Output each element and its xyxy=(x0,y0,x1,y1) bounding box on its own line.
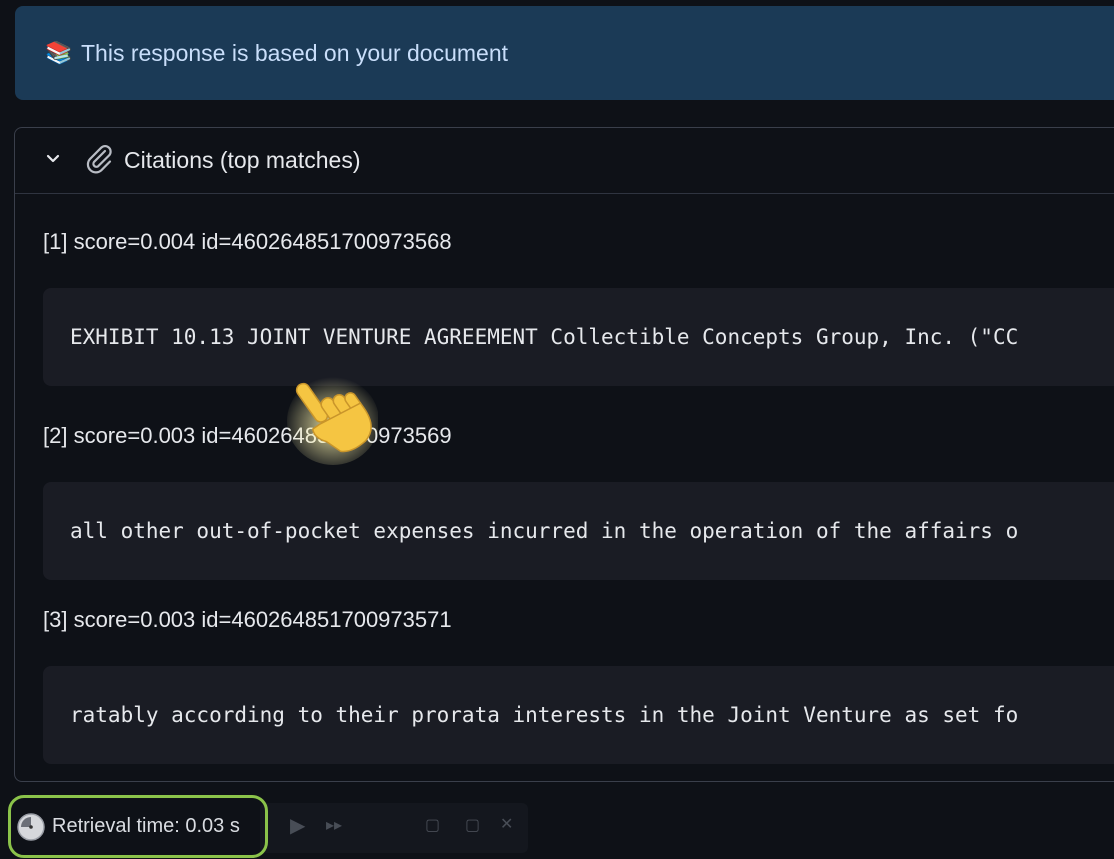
citations-title: Citations (top matches) xyxy=(124,147,361,173)
paperclip-icon xyxy=(86,145,112,174)
clock-icon xyxy=(17,812,45,841)
banner-text: This response is based on your document xyxy=(81,39,509,66)
share-icon: ▢ xyxy=(465,817,481,834)
citations-expander: Citations (top matches) [1] score=0.004 … xyxy=(14,127,1114,782)
play-icon: ▶ xyxy=(290,815,306,837)
citation-label-1: [1] score=0.004 id=460264851700973568 xyxy=(43,229,452,254)
citation-label-3: [3] score=0.003 id=460264851700973571 xyxy=(43,607,452,632)
citation-label-2: [2] score=0.003 id=460264851700973569 xyxy=(43,423,452,448)
citation-snippet-1: EXHIBIT 10.13 JOINT VENTURE AGREEMENT Co… xyxy=(43,288,1114,386)
retrieval-time-status: Retrieval time: 0.03 s xyxy=(8,795,268,858)
lock-icon: ▢ xyxy=(425,817,441,834)
pointing-hand-cursor-icon xyxy=(287,377,378,465)
books-icon: 📚 xyxy=(45,40,73,65)
media-controls-overlay: ▶ ▸▸ ▢ ▢ ✕ xyxy=(260,803,528,853)
citations-expander-header[interactable]: Citations (top matches) xyxy=(15,128,1114,194)
info-banner: 📚 This response is based on your documen… xyxy=(15,6,1114,100)
fast-forward-icon: ▸▸ xyxy=(326,817,343,834)
citation-snippet-2: all other out-of-pocket expenses incurre… xyxy=(43,482,1114,580)
chevron-down-icon[interactable] xyxy=(42,148,64,170)
close-icon: ✕ xyxy=(500,816,514,833)
citation-snippet-3: ratably according to their prorata inter… xyxy=(43,666,1114,764)
retrieval-time-text: Retrieval time: 0.03 s xyxy=(52,815,240,837)
